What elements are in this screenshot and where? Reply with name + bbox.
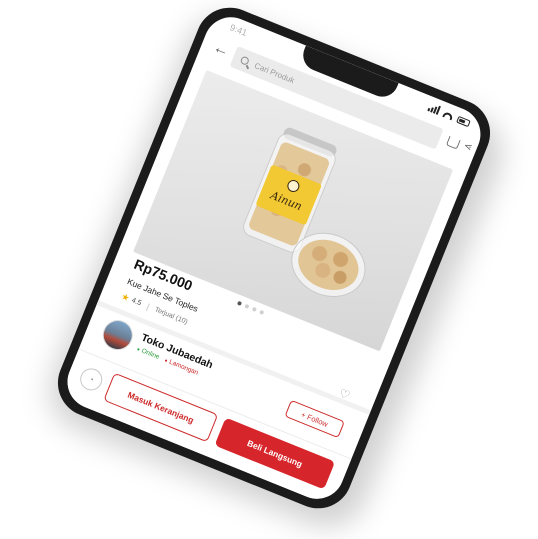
sold-count: Terjual (10) xyxy=(153,306,189,326)
search-placeholder: Cari Produk xyxy=(253,60,296,85)
wifi-icon xyxy=(442,111,454,121)
back-arrow-icon[interactable]: ← xyxy=(210,39,232,62)
chat-icon[interactable]: ◔ xyxy=(76,365,106,394)
meta-divider xyxy=(145,302,150,311)
star-icon: ★ xyxy=(119,291,132,304)
brand-logo-face xyxy=(285,178,302,194)
follow-button[interactable]: + Follow xyxy=(284,399,345,439)
carousel-dot[interactable] xyxy=(236,300,243,306)
shop-avatar[interactable] xyxy=(98,315,138,355)
battery-icon xyxy=(456,115,471,128)
cart-icon[interactable] xyxy=(445,135,461,150)
signal-icon xyxy=(427,102,441,115)
status-time: 9:41 xyxy=(228,22,249,39)
search-icon xyxy=(239,55,250,66)
share-icon[interactable]: ⋖ xyxy=(462,140,474,153)
app-screen: 9:41 ← Cari Produk ⋖ Ainun Rp75.000 Kue … xyxy=(59,9,489,507)
carousel-dot[interactable] xyxy=(244,303,250,309)
product-rating: 4.5 xyxy=(130,297,143,308)
carousel-dot[interactable] xyxy=(251,306,257,312)
carousel-dot[interactable] xyxy=(259,309,265,315)
